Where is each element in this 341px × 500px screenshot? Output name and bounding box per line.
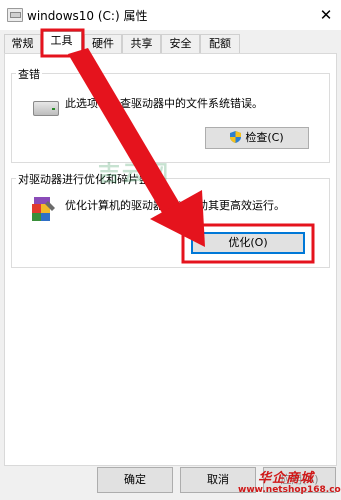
watermark: 吉云网 bbox=[98, 162, 171, 187]
optimize-button[interactable]: 优化(O) bbox=[191, 232, 305, 254]
tab-sharing[interactable]: 共享 bbox=[122, 34, 161, 53]
window-title: windows10 (C:) 属性 bbox=[27, 9, 148, 23]
title-bar: windows10 (C:) 属性 ✕ bbox=[0, 0, 341, 30]
check-button-label: 检查(C) bbox=[245, 131, 284, 144]
tab-security[interactable]: 安全 bbox=[161, 34, 200, 53]
optimize-description: 优化计算机的驱动器可以帮助其更高效运行。 bbox=[65, 199, 285, 212]
ok-button[interactable]: 确定 bbox=[97, 467, 173, 493]
check-group bbox=[11, 73, 330, 163]
defrag-icon bbox=[32, 197, 55, 221]
check-button[interactable]: 检查(C) bbox=[205, 127, 309, 149]
close-button[interactable]: ✕ bbox=[311, 0, 341, 30]
tab-quota[interactable]: 配额 bbox=[200, 34, 240, 53]
check-description: 此选项将检查驱动器中的文件系统错误。 bbox=[65, 97, 263, 110]
shield-icon bbox=[230, 131, 242, 143]
tab-hardware[interactable]: 硬件 bbox=[84, 34, 122, 53]
check-group-title: 查错 bbox=[16, 66, 42, 82]
tab-tools[interactable]: 工具 bbox=[41, 31, 82, 54]
optimize-group bbox=[11, 178, 330, 268]
tab-bar: 常规 工具 硬件 共享 安全 配额 bbox=[0, 31, 341, 54]
drive-icon bbox=[7, 8, 23, 22]
brand-url: www.netshop168.com bbox=[238, 485, 341, 495]
tab-general[interactable]: 常规 bbox=[4, 34, 41, 53]
brand-name: 华企商城 bbox=[258, 471, 315, 486]
drive-icon bbox=[33, 101, 59, 116]
